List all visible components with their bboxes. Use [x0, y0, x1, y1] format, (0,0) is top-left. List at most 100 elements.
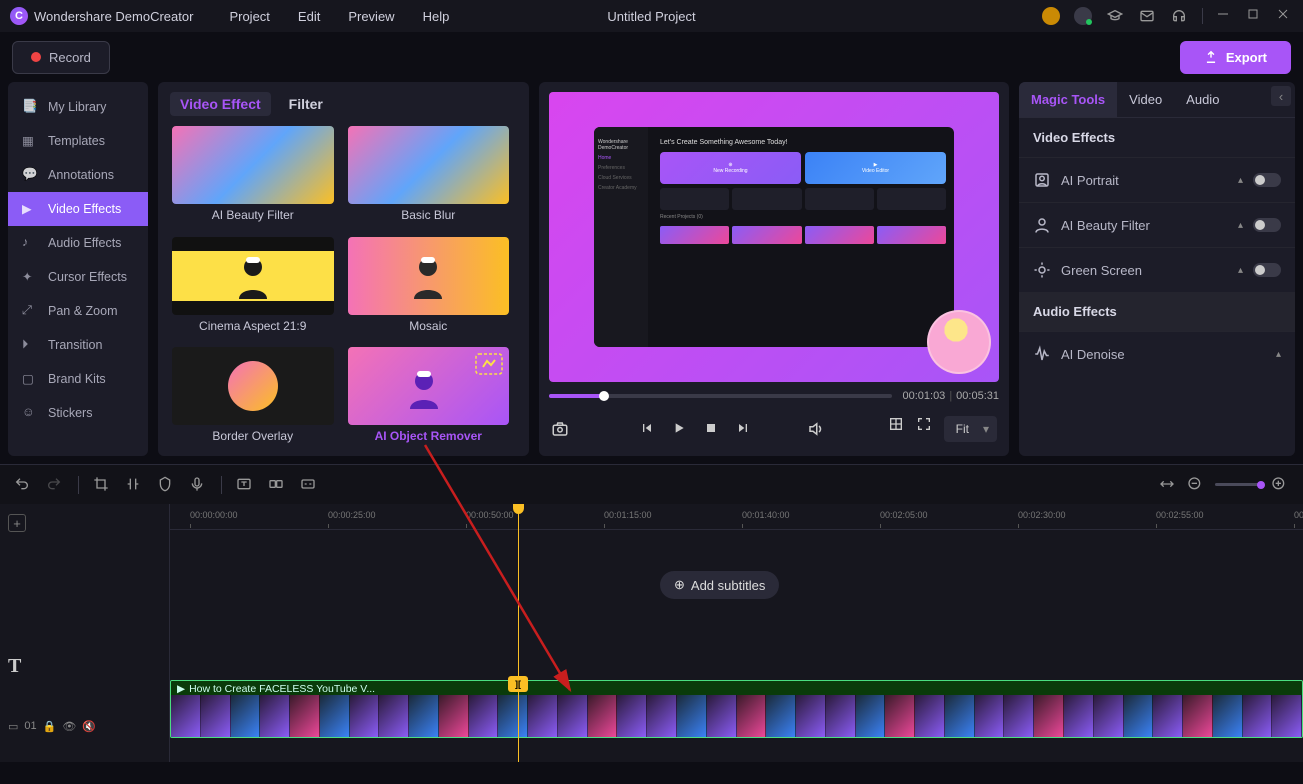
maximize-icon[interactable] — [1247, 8, 1263, 24]
effect-thumb — [172, 126, 334, 204]
grid-icon[interactable] — [888, 416, 906, 434]
timeline-ruler[interactable]: 00:00:00:00 00:00:25:00 00:00:50:00 00:0… — [170, 504, 1303, 530]
preview-inner-app: Wondershare DemoCreator Home Preferences… — [594, 127, 954, 347]
timeline: + T ▭ 01 🔒 👁 🔇 00:00:00:00 00:00:25:00 0… — [0, 504, 1303, 762]
effect-label: Mosaic — [409, 319, 447, 333]
fit-width-icon[interactable] — [1159, 476, 1177, 494]
tab-video-effect[interactable]: Video Effect — [170, 92, 271, 116]
play-icon[interactable] — [671, 420, 689, 438]
effect-label: Basic Blur — [401, 208, 455, 222]
split-handle[interactable]: ][ — [508, 676, 528, 692]
tab-magic-tools[interactable]: Magic Tools — [1019, 82, 1117, 117]
prop-label: AI Denoise — [1061, 347, 1266, 362]
sidebar-item-audio-effects[interactable]: ♪Audio Effects — [8, 226, 148, 260]
zoom-slider[interactable] — [1215, 483, 1261, 486]
menu-help[interactable]: Help — [423, 9, 450, 24]
fullscreen-icon[interactable] — [916, 416, 934, 434]
export-button[interactable]: Export — [1180, 41, 1291, 74]
support-icon[interactable] — [1170, 7, 1188, 25]
academy-icon[interactable] — [1106, 7, 1124, 25]
sidebar-item-cursor-effects[interactable]: ✦Cursor Effects — [8, 260, 148, 294]
sidebar-item-annotations[interactable]: 💬Annotations — [8, 158, 148, 192]
visibility-icon[interactable]: 👁 — [62, 720, 76, 733]
menu-project[interactable]: Project — [229, 9, 269, 24]
menu-preview[interactable]: Preview — [348, 9, 394, 24]
prop-green-screen[interactable]: Green Screen ▴ — [1019, 247, 1295, 292]
caption-icon[interactable] — [300, 476, 318, 494]
sidebar-item-brand-kits[interactable]: ▢Brand Kits — [8, 362, 148, 396]
undo-icon[interactable] — [14, 476, 32, 494]
add-track-button[interactable]: + — [8, 514, 26, 532]
prop-ai-portrait[interactable]: AI Portrait ▴ — [1019, 157, 1295, 202]
zoom-out-icon[interactable] — [1187, 476, 1205, 494]
toggle[interactable] — [1253, 263, 1281, 277]
progress-bar[interactable] — [549, 394, 892, 398]
prop-ai-beauty[interactable]: AI Beauty Filter ▴ — [1019, 202, 1295, 247]
timeline-tracks[interactable]: 00:00:00:00 00:00:25:00 00:00:50:00 00:0… — [170, 504, 1303, 762]
redo-icon[interactable] — [46, 476, 64, 494]
stop-icon[interactable] — [703, 420, 721, 438]
text-track-head[interactable]: T — [8, 636, 161, 696]
mic-icon[interactable] — [189, 476, 207, 494]
sidebar-item-label: Stickers — [48, 406, 92, 420]
effect-ai-object-remover[interactable]: AI Object Remover — [348, 347, 510, 446]
titlebar-right — [1042, 7, 1293, 25]
effect-basic-blur[interactable]: Basic Blur — [348, 126, 510, 225]
sidebar-item-stickers[interactable]: ☺Stickers — [8, 396, 148, 430]
effect-ai-beauty-filter[interactable]: AI Beauty Filter — [172, 126, 334, 225]
effect-mosaic[interactable]: Mosaic — [348, 237, 510, 336]
record-button[interactable]: Record — [12, 41, 110, 74]
video-track-head[interactable]: ▭ 01 🔒 👁 🔇 — [8, 696, 161, 756]
content-area: 📑My Library ▦Templates 💬Annotations ▶Vid… — [0, 82, 1303, 464]
effect-border-overlay[interactable]: Border Overlay — [172, 347, 334, 446]
video-track[interactable]: ▶ How to Create FACELESS YouTube V... — [170, 680, 1303, 748]
cart-icon[interactable] — [1042, 7, 1060, 25]
section-audio-effects: Audio Effects — [1019, 292, 1295, 331]
close-icon[interactable] — [1277, 8, 1293, 24]
tab-video[interactable]: Video — [1117, 82, 1174, 117]
playhead[interactable] — [518, 504, 519, 762]
minimize-icon[interactable] — [1217, 8, 1233, 24]
toggle[interactable] — [1253, 173, 1281, 187]
video-clip[interactable]: ▶ How to Create FACELESS YouTube V... — [170, 680, 1303, 738]
zoom-in-icon[interactable] — [1271, 476, 1289, 494]
preview-inner-side-item: Creator Academy — [598, 185, 644, 191]
account-icon[interactable] — [1074, 7, 1092, 25]
prev-frame-icon[interactable] — [639, 420, 657, 438]
split-icon[interactable] — [125, 476, 143, 494]
effects-grid[interactable]: AI Beauty Filter Basic Blur Cinema Aspec… — [172, 126, 515, 446]
crop-icon[interactable] — [93, 476, 111, 494]
fit-select[interactable]: Fit — [944, 416, 997, 442]
next-frame-icon[interactable] — [735, 420, 753, 438]
add-subtitles-button[interactable]: ⊕ Add subtitles — [660, 571, 779, 599]
tab-filter[interactable]: Filter — [289, 96, 323, 112]
group-icon[interactable] — [268, 476, 286, 494]
toggle[interactable] — [1253, 218, 1281, 232]
prop-label: AI Beauty Filter — [1061, 218, 1228, 233]
preview-viewport[interactable]: Wondershare DemoCreator Home Preferences… — [549, 92, 999, 382]
effect-cinema-aspect[interactable]: Cinema Aspect 21:9 — [172, 237, 334, 336]
mail-icon[interactable] — [1138, 7, 1156, 25]
effect-label: AI Beauty Filter — [212, 208, 294, 222]
menu-edit[interactable]: Edit — [298, 9, 320, 24]
lock-icon[interactable]: 🔒 — [43, 720, 57, 733]
tab-audio[interactable]: Audio — [1174, 82, 1231, 117]
ruler-tick: 00:00:50:00 — [466, 510, 514, 520]
snapshot-icon[interactable] — [551, 420, 569, 438]
chevron-up-icon: ▴ — [1276, 349, 1281, 360]
mute-icon[interactable]: 🔇 — [82, 720, 96, 733]
sidebar-item-video-effects[interactable]: ▶Video Effects — [8, 192, 148, 226]
brand-kits-icon: ▢ — [22, 371, 38, 387]
prop-ai-denoise[interactable]: AI Denoise ▴ — [1019, 331, 1295, 376]
subtitle-track[interactable]: ⊕ Add subtitles — [170, 530, 1303, 640]
text-icon[interactable] — [236, 476, 254, 494]
sidebar-item-my-library[interactable]: 📑My Library — [8, 90, 148, 124]
volume-icon[interactable] — [807, 420, 825, 438]
sidebar-item-pan-zoom[interactable]: ⤢Pan & Zoom — [8, 294, 148, 328]
collapse-panel-icon[interactable]: ‹ — [1271, 86, 1291, 106]
marker-icon[interactable] — [157, 476, 175, 494]
sidebar-item-templates[interactable]: ▦Templates — [8, 124, 148, 158]
sidebar-item-label: Annotations — [48, 168, 114, 182]
beauty-icon — [1033, 216, 1051, 234]
sidebar-item-transition[interactable]: ⏵Transition — [8, 328, 148, 362]
